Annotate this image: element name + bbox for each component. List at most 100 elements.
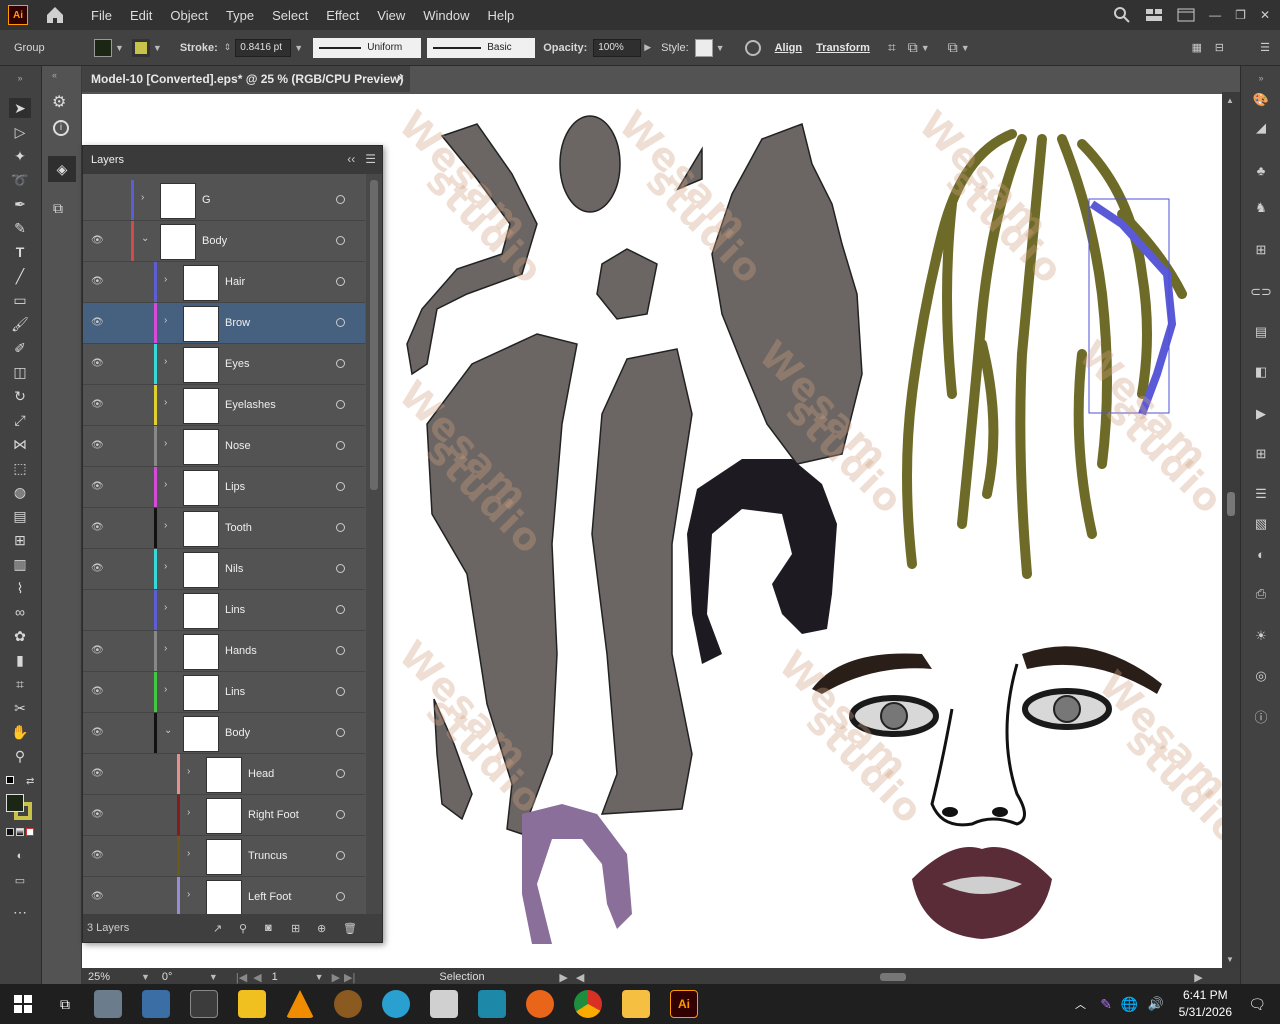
artboards-panel-icon[interactable]: ⧉ [53,200,63,217]
inkscape-icon[interactable] [430,990,458,1018]
delete-layer-icon[interactable]: 🗑 [343,922,357,935]
document-tab[interactable]: Model-10 [Converted].eps* @ 25 % (RGB/CP… [82,66,410,92]
eyedropper-tool-icon[interactable]: ⌇ [9,578,31,598]
next-artboard-icon[interactable]: ▶ [332,971,340,984]
layer-row[interactable]: 👁 › Lips [83,467,365,508]
layer-name[interactable]: Hands [225,645,257,657]
visibility-eye-icon[interactable]: 👁 [91,399,105,410]
layer-name[interactable]: Tooth [225,522,252,534]
visibility-eye-icon[interactable]: 👁 [91,522,105,533]
studio-app-icon[interactable] [190,990,218,1018]
chevron-right-icon[interactable]: › [187,889,190,900]
export-for-screens-icon[interactable]: ↗ [213,922,222,935]
minimize-button[interactable]: — [1209,8,1221,22]
links-icon[interactable]: ⊂⊃ [1250,282,1272,302]
collapse-dock-icon[interactable]: » [1251,68,1271,88]
chevron-down-icon[interactable]: ▼ [141,972,150,982]
pen-tray-icon[interactable]: ✎ [1100,996,1112,1013]
chevron-right-icon[interactable]: › [164,602,167,613]
chevron-right-icon[interactable]: › [164,520,167,531]
restore-button[interactable]: ❐ [1235,8,1246,22]
menu-object[interactable]: Object [161,8,217,23]
layer-row[interactable]: 👁 › Tooth [83,508,365,549]
layers-panel-icon[interactable]: ◈ [48,156,76,182]
visibility-eye-icon[interactable]: 👁 [91,440,105,451]
network-icon[interactable]: 🌐 [1121,996,1138,1013]
visibility-eye-icon[interactable]: 👁 [91,645,105,656]
chevron-right-icon[interactable]: › [164,397,167,408]
scroll-left-icon[interactable]: ◀ [576,971,584,984]
gimp-icon[interactable] [334,990,362,1018]
vlc-icon[interactable] [286,990,314,1018]
scroll-right-icon[interactable]: ▶ [1194,971,1202,984]
layers-scroll-thumb[interactable] [370,180,378,490]
layer-target-icon[interactable] [336,236,345,245]
snipping-tool-icon[interactable] [142,990,170,1018]
artboard-number[interactable]: 1 [272,971,312,983]
home-icon[interactable] [44,4,66,26]
isolate-group-icon[interactable]: ⌗ [888,39,896,56]
layer-target-icon[interactable] [336,810,345,819]
opacity-input[interactable]: 100% [593,38,642,57]
layer-target-icon[interactable] [336,523,345,532]
drawing-modes-icon[interactable]: ◐ [9,846,31,866]
arrange-icon[interactable]: ▦ [1192,41,1202,54]
layer-name[interactable]: Truncus [248,850,287,862]
visibility-eye-icon[interactable]: 👁 [91,563,105,574]
curvature-tool-icon[interactable]: ✎ [9,218,31,238]
gradient-tool-icon[interactable]: ▥ [9,554,31,574]
chevron-right-icon[interactable]: › [187,848,190,859]
chevron-down-icon[interactable]: ▼ [115,43,124,53]
layer-row[interactable]: 👁 › Right Foot [83,795,365,836]
firefox-icon[interactable] [526,990,554,1018]
menu-window[interactable]: Window [414,8,478,23]
chevron-right-icon[interactable]: › [164,274,167,285]
swatches-icon[interactable]: ♣ [1251,160,1271,180]
transparency-icon[interactable]: ◐ [1251,544,1271,564]
chevron-right-icon[interactable]: › [164,561,167,572]
properties-icon[interactable]: ⚙ [52,92,66,112]
shape-builder-tool-icon[interactable]: ◍ [9,482,31,502]
chevron-right-icon[interactable]: › [187,807,190,818]
perspective-grid-tool-icon[interactable]: ▤ [9,506,31,526]
layer-name[interactable]: G [202,194,211,206]
menu-effect[interactable]: Effect [317,8,368,23]
file-explorer-icon[interactable] [622,990,650,1018]
menu-file[interactable]: File [82,8,121,23]
shaper-tool-icon[interactable]: ✐ [9,338,31,358]
layer-name[interactable]: Lins [225,686,245,698]
menu-edit[interactable]: Edit [121,8,161,23]
close-tab-icon[interactable]: × [397,71,404,85]
magic-wand-tool-icon[interactable]: ✦ [9,146,31,166]
chevron-down-icon[interactable]: ▼ [209,972,218,982]
layer-row[interactable]: 👁 › Eyes [83,344,365,385]
workspace-switcher-icon[interactable] [1177,8,1195,22]
scroll-down-icon[interactable]: ▼ [1226,955,1234,964]
direct-selection-tool-icon[interactable]: ▷ [9,122,31,142]
layer-target-icon[interactable] [336,195,345,204]
layer-row[interactable]: 👁 › Eyelashes [83,385,365,426]
status-menu-arrow-icon[interactable]: ▶ [559,971,567,984]
puppet-warp-icon[interactable]: ⧉ [948,39,958,56]
layer-name[interactable]: Eyelashes [225,399,276,411]
chevron-right-icon[interactable]: › [164,684,167,695]
paintbrush-tool-icon[interactable]: 🖌 [9,314,31,334]
eraser-tool-icon[interactable]: ◫ [9,362,31,382]
previous-artboard-icon[interactable]: ◀ [253,971,261,984]
layer-row[interactable]: 👁 › Brow [83,303,365,344]
panel-menu-icon[interactable]: ☰ [1260,41,1270,54]
visibility-eye-icon[interactable]: 👁 [91,358,105,369]
close-window-button[interactable]: ✕ [1260,8,1270,22]
layer-target-icon[interactable] [336,564,345,573]
type-tool-icon[interactable]: T [9,242,31,262]
visibility-eye-icon[interactable]: 👁 [91,235,105,246]
brush-dropdown[interactable]: Basic [427,37,536,58]
chrome-icon[interactable] [574,990,602,1018]
line-tool-icon[interactable]: ╱ [9,266,31,286]
illustrator-taskbar-icon[interactable]: Ai [670,990,698,1018]
chevron-right-icon[interactable]: › [187,766,190,777]
chevron-right-icon[interactable]: ▶ [644,42,651,53]
horizontal-scrollbar[interactable] [590,972,1190,982]
layer-row[interactable]: 👁 › Left Foot [83,877,365,918]
visibility-eye-icon[interactable]: 👁 [91,850,105,861]
